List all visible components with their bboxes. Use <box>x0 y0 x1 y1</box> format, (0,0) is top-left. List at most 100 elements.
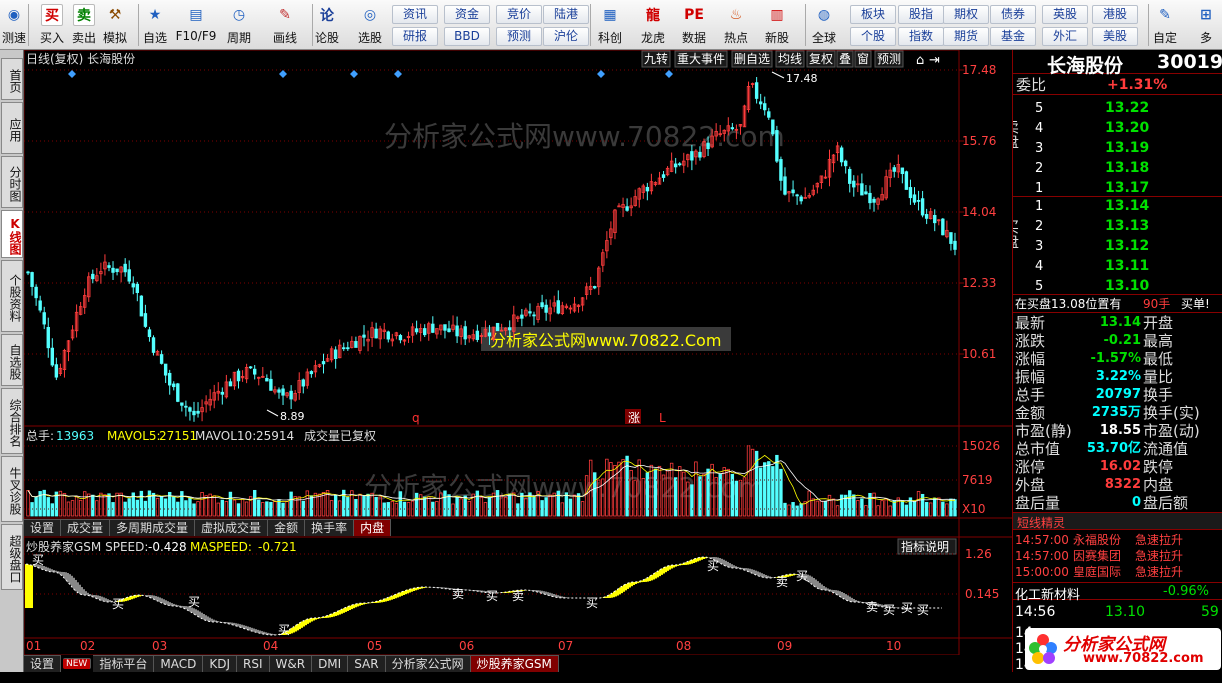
volume-bar <box>309 495 314 517</box>
toolbar-more-button[interactable]: ⊞ 多 <box>1188 2 1222 48</box>
left-tab-7[interactable]: 牛叉诊股 <box>1 456 23 522</box>
buy-level-row[interactable]: 2 13.13 <box>1013 217 1222 236</box>
sell-level-row[interactable]: 3 13.19 <box>1013 139 1222 158</box>
volume-bar <box>864 505 868 517</box>
chart-area[interactable]: 17.48 15.76 14.04 12.33 10.61 日线(复权) 长海股份 九转 重大… <box>23 49 1012 656</box>
toolbar-link-top[interactable]: 资金 <box>444 5 490 24</box>
left-tab-6[interactable]: 综合排名 <box>1 388 23 454</box>
toolbar-link-bottom[interactable]: 沪伦 <box>543 27 589 46</box>
sell-level-row[interactable]: 5 13.22 <box>1013 99 1222 118</box>
toolbar-star-button[interactable]: ★ 自选 <box>137 2 173 48</box>
indicator-tab[interactable]: 炒股养家GSM <box>470 655 559 672</box>
sector-row[interactable]: 化工新材料 -0.96% <box>1013 582 1222 603</box>
short-item[interactable]: 15:00:00 皇庭国际 急速拉升 <box>1013 564 1222 580</box>
left-tab-8[interactable]: 超级盘口 <box>1 524 23 590</box>
left-tab-1[interactable]: 应用 <box>1 102 23 154</box>
volume-tab[interactable]: 金额 <box>268 519 306 536</box>
tick-time: 14:56 <box>1015 604 1056 620</box>
toolbar-link-bottom[interactable]: 指数 <box>898 27 944 46</box>
volume-tab[interactable]: 虚拟成交量 <box>195 519 269 536</box>
indicator-tab[interactable]: SAR <box>348 655 386 672</box>
toolbar-link-bottom[interactable]: BBD <box>444 27 490 46</box>
left-tab-0[interactable]: 首页 <box>1 58 23 100</box>
toolbar-link-bottom[interactable]: 基金 <box>990 27 1036 46</box>
toolbar-link-top[interactable]: 竞价 <box>496 5 542 24</box>
indicator-tab[interactable]: W&R <box>269 655 313 672</box>
toolbar-pe-button[interactable]: PE 数据 <box>676 2 712 48</box>
indicator-tab[interactable]: DMI <box>312 655 349 672</box>
short-item[interactable]: 14:57:00 因赛集团 急速拉升 <box>1013 548 1222 564</box>
toolbar-link-bottom[interactable]: 外汇 <box>1042 27 1088 46</box>
toolbar-link-top[interactable]: 英股 <box>1042 5 1088 24</box>
toolbar-buy-button[interactable]: 买买入 <box>34 2 70 48</box>
short-event: 急速拉升 <box>1135 549 1184 563</box>
short-title-bar[interactable]: 短线精灵 <box>1013 512 1222 530</box>
toolbar-link-bottom[interactable]: 美股 <box>1092 27 1138 46</box>
volume-tab[interactable]: 多周期成交量 <box>110 519 196 536</box>
toolbar-f10-button[interactable]: ▤ F10/F9 <box>176 2 217 48</box>
candle-body <box>706 142 710 150</box>
sell-level-row[interactable]: 2 13.18 <box>1013 159 1222 178</box>
toolbar-link-top[interactable]: 港股 <box>1092 5 1138 24</box>
left-tab-2[interactable]: 分时图 <box>1 156 23 208</box>
volume-tab[interactable]: 设置 <box>24 519 62 536</box>
volume-tab[interactable]: 换手率 <box>305 519 355 536</box>
toolbar-link-top[interactable]: 板块 <box>850 5 896 24</box>
toolbar-dragon-button[interactable]: 龍龙虎 <box>635 2 671 48</box>
stat-label-right: 内盘 <box>1143 476 1174 494</box>
kline-chart-svg[interactable]: 17.48 15.76 14.04 12.33 10.61 日线(复权) 长海股份 九转 重大… <box>23 49 1012 656</box>
volume-bar <box>184 500 188 517</box>
indicator-tab[interactable]: 分析家公式网 <box>385 655 471 672</box>
short-item[interactable]: 14:57:00 永福股份 急速拉升 <box>1013 532 1222 548</box>
stat-label: 振幅 <box>1015 368 1046 386</box>
webi-label: 委比 <box>1016 76 1047 94</box>
left-tab-5[interactable]: 自选股 <box>1 334 23 386</box>
candle-body <box>953 240 957 250</box>
left-tab-3[interactable]: K线图 <box>1 210 23 258</box>
toolbar-link-top[interactable]: 债券 <box>990 5 1036 24</box>
toolbar-hot-button[interactable]: ♨ 热点 <box>718 2 754 48</box>
toolbar-link-top[interactable]: 陆港 <box>543 5 589 24</box>
toolbar-link-top[interactable]: 股指 <box>898 5 944 24</box>
sell-level-row[interactable]: 4 13.20 <box>1013 119 1222 138</box>
buy-level-row[interactable]: 3 13.12 <box>1013 237 1222 256</box>
candle-body <box>779 159 783 181</box>
volume-tab[interactable]: 成交量 <box>61 519 111 536</box>
indicator-tab[interactable]: RSI <box>237 655 270 672</box>
clock-icon: ◷ <box>232 7 246 23</box>
indicator-tab[interactable]: 设置 <box>24 655 62 672</box>
toolbar-link-bottom[interactable]: 期货 <box>943 27 989 46</box>
candle-body <box>645 186 650 192</box>
indicator-tab[interactable]: KDJ <box>203 655 237 672</box>
candle-body <box>900 167 905 175</box>
buy-level-row[interactable]: 1 13.14 <box>1013 197 1222 216</box>
volume-bar <box>46 497 50 517</box>
candle-body <box>46 327 50 349</box>
toolbar-link-bottom[interactable]: 预测 <box>496 27 542 46</box>
toolbar-newstock-button[interactable]: ▥ 新股 <box>759 2 795 48</box>
x-axis-label: 02 <box>80 639 95 653</box>
indicator-axis-label: 0.145 <box>965 587 999 601</box>
chat-icon: 论 <box>320 8 334 24</box>
candle-body <box>933 214 937 224</box>
indicator-tab[interactable]: MACD <box>154 655 204 672</box>
toolbar-custom-button[interactable]: ✎ 自定 <box>1147 2 1183 48</box>
toolbar-clock-button[interactable]: ◷ 周期 <box>221 2 257 48</box>
toolbar-hammer-button[interactable]: ⚒ 模拟 <box>97 2 133 48</box>
buy-level-row[interactable]: 4 13.11 <box>1013 257 1222 276</box>
toolbar-globe-button[interactable]: ◍ 全球 <box>806 2 842 48</box>
toolbar-link-bottom[interactable]: 研报 <box>392 27 438 46</box>
indicator-tab[interactable]: 指标平台 <box>93 655 155 672</box>
volume-bar <box>544 497 548 517</box>
toolbar-link-top[interactable]: 期权 <box>943 5 989 24</box>
toolbar-select-button[interactable]: ◎ 选股 <box>352 2 388 48</box>
volume-tab[interactable]: 内盘 <box>354 519 392 536</box>
toolbar-link-top[interactable]: 资讯 <box>392 5 438 24</box>
toolbar-chat-button[interactable]: 论论股 <box>309 2 345 48</box>
toolbar-pen-button[interactable]: ✎ 画线 <box>267 2 303 48</box>
chart-top-button-label: 九转 <box>644 51 668 66</box>
toolbar-chip-button[interactable]: ▦ 科创 <box>592 2 628 48</box>
left-tab-4[interactable]: 个股资料 <box>1 260 23 332</box>
toolbar-link-bottom[interactable]: 个股 <box>850 27 896 46</box>
sell-level-row[interactable]: 1 13.17 <box>1013 179 1222 198</box>
